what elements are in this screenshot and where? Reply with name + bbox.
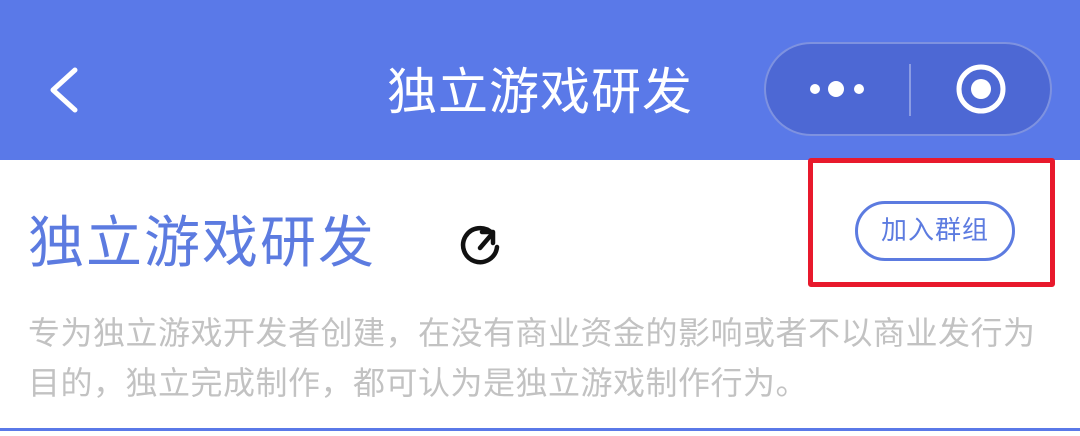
more-button[interactable] (766, 44, 909, 134)
group-title: 独立游戏研发 (28, 211, 376, 276)
refresh-icon (460, 225, 500, 265)
more-dots-icon (809, 81, 864, 97)
page-title: 独立游戏研发 (387, 63, 693, 121)
bottom-divider (0, 428, 1080, 431)
refresh-button[interactable] (454, 218, 506, 270)
group-description: 专为独立游戏开发者创建，在没有商业资金的影响或者不以商业发行为目的，独立完成制作… (28, 314, 1036, 402)
navigation-bar: 独立游戏研发 (0, 0, 1080, 160)
target-close-icon (956, 64, 1005, 114)
back-button[interactable] (30, 50, 100, 130)
chevron-left-icon (50, 67, 78, 113)
mini-program-capsule (764, 42, 1052, 136)
close-button[interactable] (911, 44, 1050, 134)
join-group-button[interactable]: 加入群组 (855, 201, 1015, 261)
